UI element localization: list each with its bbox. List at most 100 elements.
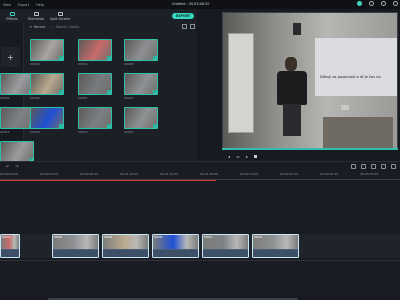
menu-view[interactable]: View <box>3 3 11 7</box>
redo-icon[interactable]: ↷ <box>15 164 18 169</box>
playhead-progress[interactable] <box>0 180 216 181</box>
tab-elements[interactable]: Elements <box>24 9 48 23</box>
timeline-clip[interactable]: 00012 <box>202 234 249 258</box>
play-icon[interactable]: ▸ <box>246 154 248 159</box>
elements-icon <box>33 11 39 16</box>
preview-video[interactable]: Děkuji za pozornost a ať je čas na <box>222 12 398 150</box>
minimize-icon[interactable] <box>369 1 374 6</box>
close-icon[interactable] <box>393 1 398 6</box>
timeline-clip[interactable]: 00006 <box>102 234 149 258</box>
clip-title: 00001 <box>2 235 11 239</box>
timeline-clip[interactable]: 00001 <box>0 234 20 258</box>
thumbnail-label: 00021 <box>124 130 134 134</box>
tab-split-screen[interactable]: Split Screen <box>48 9 72 23</box>
library-toolbar: ▾ Record ⌕ Search media <box>24 23 197 31</box>
thumbnail-label: 00003 <box>124 62 134 66</box>
media-thumbnail[interactable]: ✓ <box>78 39 112 61</box>
video-scene-person <box>275 57 309 137</box>
prev-frame-icon[interactable]: ◂ <box>228 154 230 159</box>
check-icon: ✓ <box>153 123 157 128</box>
clip-title: 00012 <box>204 235 213 239</box>
menu-export[interactable]: Export <box>18 3 29 7</box>
filter-icon[interactable] <box>182 24 187 29</box>
library-tabs: Effects Elements Split Screen <box>0 9 197 23</box>
preview-scrubber[interactable] <box>222 148 398 150</box>
check-icon: ✓ <box>153 55 157 60</box>
notification-icon[interactable] <box>357 1 362 6</box>
timeline-clip[interactable]: 00021 <box>252 234 299 258</box>
tab-label: Effects <box>6 16 18 21</box>
zoom-in-icon[interactable] <box>391 164 396 169</box>
export-button[interactable]: EXPORT <box>172 13 194 19</box>
timeline-right-tools <box>351 164 396 169</box>
media-library-panel: Effects Elements Split Screen EXPORT ▾ R… <box>0 9 197 168</box>
render-icon[interactable] <box>351 164 356 169</box>
timeline-panel: ↶ ↷ 00:00:00:00 00:00:23:05 00:00:46:10 00:… <box>0 161 400 300</box>
search-icon: ⌕ <box>52 25 54 29</box>
check-icon: ✓ <box>59 123 63 128</box>
split-screen-icon <box>57 11 63 16</box>
menu-help[interactable]: Help <box>36 3 44 7</box>
import-media-button[interactable]: + <box>1 47 20 67</box>
video-scene-speaker <box>293 23 301 35</box>
media-thumbnail[interactable]: ✓ <box>0 73 34 95</box>
media-thumbnail[interactable]: ✓ <box>78 107 112 129</box>
tab-effects[interactable]: Effects <box>0 9 24 23</box>
person-head <box>285 57 297 71</box>
timeline-clip[interactable]: 00003 <box>52 234 99 258</box>
thumbnail-label: 00007 <box>78 96 88 100</box>
clip-title: 00003 <box>54 235 63 239</box>
scrollbar-thumb[interactable] <box>48 297 298 300</box>
thumbnail-label: 00000 <box>30 62 40 66</box>
video-scene-desk <box>323 117 393 149</box>
clip-title: 00009 <box>154 235 163 239</box>
clip-title: 00006 <box>104 235 113 239</box>
undo-icon[interactable]: ↶ <box>6 164 9 169</box>
add-icon: + <box>7 52 14 62</box>
search-input[interactable]: ⌕ Search media <box>52 24 192 30</box>
media-thumbnail[interactable]: ✓ <box>0 107 34 129</box>
thumbnail-label: 00010 <box>78 130 88 134</box>
thumbnail-label: 00004 <box>0 96 10 100</box>
ruler-tick-label: 00:01:09:15 <box>120 172 139 176</box>
ruler-tick-label: 00:02:42:10 <box>280 172 299 176</box>
projection-screen <box>315 38 397 96</box>
ruler-tick-label: 00:03:05:15 <box>320 172 339 176</box>
library-toolbar-icons <box>182 24 195 29</box>
marker-icon[interactable] <box>361 164 366 169</box>
check-icon: ✓ <box>59 89 63 94</box>
media-thumbnail[interactable]: ✓ <box>0 141 34 163</box>
record-dropdown[interactable]: ▾ Record <box>30 25 45 29</box>
mic-icon[interactable] <box>371 164 376 169</box>
thumbnail-label: 00006 <box>30 96 40 100</box>
tab-label: Split Screen <box>49 16 71 21</box>
search-placeholder: Search media <box>55 25 80 29</box>
media-thumbnail[interactable]: ✓ <box>30 73 64 95</box>
media-thumbnail[interactable]: ✓ <box>124 73 158 95</box>
grid-view-icon[interactable] <box>190 24 195 29</box>
thumbnail-label: 00011 <box>124 96 134 100</box>
step-back-icon[interactable]: ◃▹ <box>236 154 240 159</box>
effects-icon <box>9 11 15 16</box>
thumbnail-label: 00009 <box>30 130 40 134</box>
clip-audio-waveform <box>53 250 98 257</box>
media-thumbnail[interactable]: ✓ <box>124 39 158 61</box>
maximize-icon[interactable] <box>381 1 386 6</box>
media-thumbnail[interactable]: ✓ <box>124 107 158 129</box>
window-controls <box>357 1 398 6</box>
tab-label: Elements <box>28 16 44 21</box>
timeline-clip[interactable]: 00009 <box>152 234 199 258</box>
check-icon: ✓ <box>107 89 111 94</box>
check-icon: ✓ <box>107 55 111 60</box>
media-thumbnail[interactable]: ✓ <box>78 73 112 95</box>
ruler-tick-label: 00:00:00:00 <box>0 172 19 176</box>
stop-icon[interactable] <box>254 154 258 158</box>
media-thumbnail[interactable]: ✓ <box>30 107 64 129</box>
ruler-tick-label: 00:03:28:20 <box>360 172 379 176</box>
record-label: Record <box>33 25 46 29</box>
zoom-out-icon[interactable] <box>381 164 386 169</box>
media-thumbnail[interactable]: ✓ <box>30 39 64 61</box>
playback-controls: ◂ ◃▹ ▸ <box>222 152 398 160</box>
timeline-ruler[interactable]: 00:00:00:00 00:00:23:05 00:00:46:10 00:01:0… <box>0 172 400 180</box>
clip-audio-waveform <box>253 250 298 257</box>
